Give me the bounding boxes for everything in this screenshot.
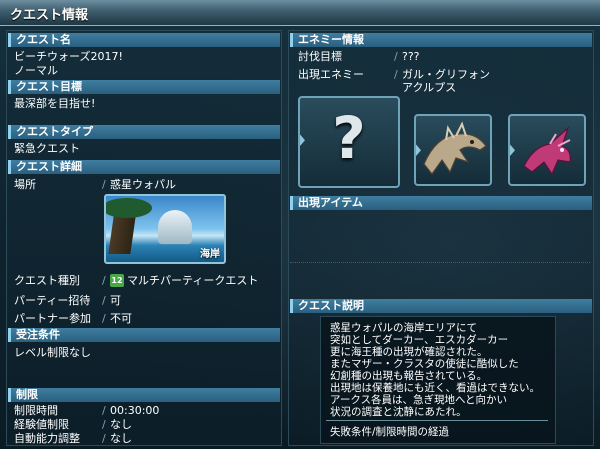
party-invite-label: パーティー招待	[14, 294, 91, 307]
separator-slash: /	[394, 50, 398, 63]
description-header: クエスト説明	[290, 299, 592, 313]
gal-griffon-icon[interactable]	[414, 114, 492, 186]
location-thumbnail-label: 海岸	[200, 249, 220, 260]
separator-slash: /	[102, 432, 106, 445]
appear-enemy-2: アクルプス	[402, 81, 457, 94]
partner-join-label: パートナー参加	[14, 312, 91, 325]
time-limit-value: 00:30:00	[110, 404, 160, 417]
quest-difficulty: ノーマル	[14, 64, 58, 77]
location-label: 場所	[14, 178, 36, 191]
fail-condition: 失敗条件/制限時間の経過	[330, 426, 450, 438]
description-line: アークス各員は、急ぎ現地へと向かい	[330, 394, 508, 406]
unknown-enemy-icon[interactable]: ?	[298, 96, 400, 188]
auto-adjust-label: 自動能力調整	[14, 432, 80, 445]
palm-leaves-image	[106, 198, 152, 218]
quest-goal-header: クエスト目標	[8, 80, 280, 94]
party-invite-value: 可	[110, 294, 121, 307]
exp-limit-label: 経験値制限	[14, 418, 69, 431]
description-line: 惑星ウォパルの海岸エリアにて	[330, 322, 477, 334]
enemy-info-header: エネミー情報	[290, 33, 592, 47]
separator-slash: /	[102, 404, 106, 417]
separator-slash: /	[102, 312, 106, 325]
location-thumbnail: 海岸	[104, 194, 226, 264]
separator-slash: /	[102, 274, 106, 287]
auto-adjust-value: なし	[110, 432, 132, 445]
items-area-divider	[290, 262, 590, 263]
quest-goal-text: 最深部を目指せ!	[14, 97, 96, 110]
description-line: 状況の調査と沈静にあたれ。	[330, 406, 467, 418]
description-line: 突如としてダーカー、エスカダーカー	[330, 334, 509, 346]
acrupus-icon[interactable]	[508, 114, 586, 186]
separator-slash: /	[102, 294, 106, 307]
description-line: 出現地は保養地にも近く、看過はできない。	[330, 382, 540, 394]
description-separator	[326, 420, 548, 421]
quest-category-label: クエスト種別	[14, 274, 80, 287]
order-conditions-header: 受注条件	[8, 328, 280, 342]
window-title: クエスト情報	[10, 8, 89, 23]
target-value: ???	[402, 50, 420, 63]
multi-party-icon: 12	[110, 274, 124, 287]
question-mark-icon: ?	[332, 104, 366, 172]
quest-detail-header: クエスト詳細	[8, 160, 280, 174]
separator-slash: /	[102, 178, 106, 191]
quest-category-value: マルチパーティークエスト	[127, 274, 259, 287]
acrupus-image	[523, 126, 571, 176]
tower-image	[158, 210, 192, 244]
description-line: 幻創種の出現も報告されている。	[330, 370, 488, 382]
partner-join-value: 不可	[110, 312, 132, 325]
time-limit-label: 制限時間	[14, 404, 58, 417]
target-label: 討伐目標	[298, 50, 342, 63]
quest-name-header: クエスト名	[8, 33, 280, 47]
exp-limit-value: なし	[110, 418, 132, 431]
quest-type-text: 緊急クエスト	[14, 142, 80, 155]
description-line: 更に海王種の出現が確認された。	[330, 346, 488, 358]
description-line: またマザー・クラスタの使徒に酷似した	[330, 358, 519, 370]
items-header: 出現アイテム	[290, 196, 592, 210]
gal-griffon-image	[423, 121, 487, 175]
quest-type-header: クエストタイプ	[8, 125, 280, 139]
restrictions-header: 制限	[8, 388, 280, 402]
appear-enemy-1: ガル・グリフォン	[402, 68, 490, 81]
order-conditions-text: レベル制限なし	[14, 346, 91, 359]
appear-enemy-label: 出現エネミー	[298, 68, 364, 81]
window-titlebar: クエスト情報	[0, 0, 600, 26]
separator-slash: /	[394, 68, 398, 81]
separator-slash: /	[102, 418, 106, 431]
quest-name-title: ビーチウォーズ2017!	[14, 50, 123, 63]
location-value: 惑星ウォパル	[110, 178, 176, 191]
